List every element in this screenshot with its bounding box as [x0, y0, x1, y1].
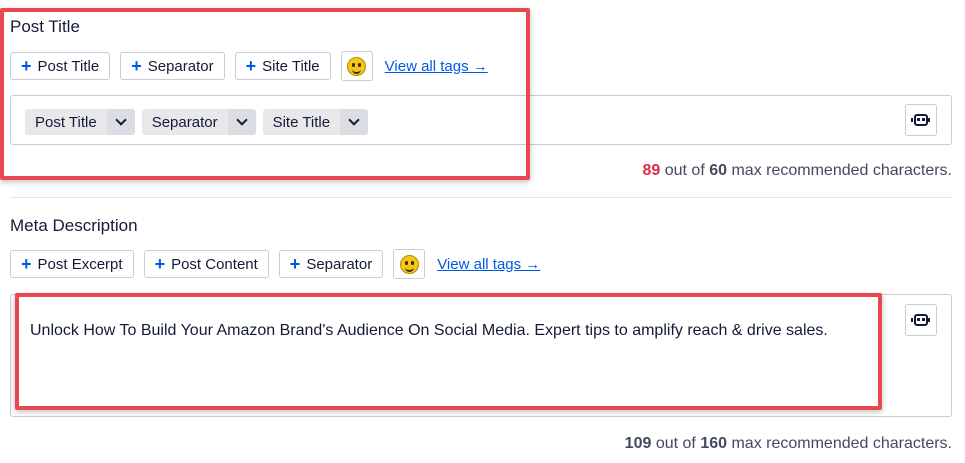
tag-pill-dropdown[interactable]: [227, 109, 256, 135]
tag-pill-label: Site Title: [272, 113, 331, 131]
tag-button-label: Separator: [147, 57, 214, 75]
tag-pill-dropdown[interactable]: [340, 109, 369, 135]
section-divider: [10, 197, 952, 198]
char-count-out-of: out of: [655, 435, 696, 452]
tag-pill-site-title[interactable]: Site Title: [262, 109, 369, 135]
ai-generate-button[interactable]: [905, 104, 937, 136]
add-post-title-tag-button[interactable]: + Post Title: [10, 52, 111, 80]
tag-pill-label: Post Title: [35, 113, 97, 131]
add-separator-tag-button[interactable]: + Separator: [120, 52, 225, 80]
robot-icon: [911, 114, 928, 126]
chevron-down-icon: [235, 114, 248, 126]
post-title-tag-row: + Post Title + Separator + Site Title Vi…: [10, 51, 488, 81]
view-all-tags-link[interactable]: View all tags →: [385, 58, 488, 75]
char-count-suffix: max recommended characters.: [731, 162, 952, 179]
tag-button-label: Post Title: [37, 57, 100, 75]
add-site-title-tag-button[interactable]: + Site Title: [234, 52, 331, 80]
tag-pill-label: Separator: [151, 113, 218, 131]
tag-pill-post-title[interactable]: Post Title: [25, 109, 135, 135]
char-count-max: 60: [709, 162, 728, 179]
add-post-content-tag-button[interactable]: + Post Content: [143, 250, 269, 278]
add-post-excerpt-tag-button[interactable]: + Post Excerpt: [10, 250, 134, 278]
meta-description-text[interactable]: Unlock How To Build Your Amazon Brand's …: [30, 315, 870, 347]
ai-generate-button[interactable]: [905, 304, 937, 336]
chevron-down-icon: [115, 114, 127, 126]
post-title-char-counter: 89 out of 60 max recommended characters.: [642, 162, 952, 180]
add-separator-tag-button[interactable]: + Separator: [278, 250, 384, 278]
tag-pill-separator[interactable]: Separator: [141, 109, 256, 135]
plus-icon: +: [289, 254, 301, 274]
smiley-icon: [399, 254, 419, 274]
post-title-tag-pills: Post Title Separator Site Title: [25, 109, 369, 135]
char-count-suffix: max recommended characters.: [731, 435, 952, 452]
emoji-picker-button[interactable]: [393, 249, 426, 279]
char-count-current: 89: [642, 162, 661, 179]
char-count-max: 160: [700, 435, 728, 452]
meta-description-editor[interactable]: Unlock How To Build Your Amazon Brand's …: [10, 294, 952, 417]
tag-button-label: Separator: [306, 255, 373, 273]
tag-pill-dropdown[interactable]: [106, 109, 135, 135]
post-title-editor[interactable]: Post Title Separator Site Title: [10, 95, 952, 145]
meta-description-tag-row: + Post Excerpt + Post Content + Separato…: [10, 249, 540, 279]
tag-button-label: Post Content: [171, 255, 258, 273]
tag-button-label: Post Excerpt: [37, 255, 123, 273]
char-count-current: 109: [624, 435, 652, 452]
meta-description-heading: Meta Description: [10, 216, 138, 235]
plus-icon: +: [154, 254, 166, 274]
chevron-down-icon: [348, 114, 360, 126]
view-all-tags-link[interactable]: View all tags →: [437, 256, 540, 273]
plus-icon: +: [131, 56, 142, 76]
plus-icon: +: [21, 254, 32, 274]
tag-button-label: Site Title: [262, 57, 320, 75]
post-title-heading: Post Title: [10, 17, 80, 36]
robot-icon: [911, 314, 928, 326]
plus-icon: +: [21, 56, 32, 76]
plus-icon: +: [245, 56, 257, 76]
emoji-picker-button[interactable]: [340, 51, 373, 81]
smiley-icon: [347, 56, 367, 76]
char-count-out-of: out of: [664, 162, 705, 179]
meta-description-char-counter: 109 out of 160 max recommended character…: [625, 435, 952, 453]
